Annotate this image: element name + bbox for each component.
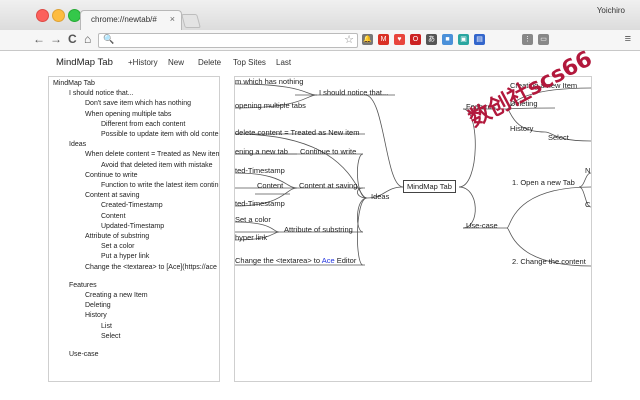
- delete-menu-item[interactable]: Delete: [198, 58, 221, 67]
- last-menu-item[interactable]: Last: [276, 58, 291, 67]
- substring-child-node[interactable]: hyper link: [235, 233, 267, 242]
- notice-child-node[interactable]: m which has nothing: [235, 77, 303, 86]
- outline-line[interactable]: Features: [69, 282, 97, 289]
- profile-name[interactable]: Yoichiro: [597, 6, 625, 15]
- continue-node[interactable]: Continue to write: [300, 147, 356, 156]
- blue-extension-icon[interactable]: ■: [442, 34, 453, 45]
- back-icon[interactable]: ←: [33, 32, 45, 46]
- outline-line[interactable]: Attribute of substring: [85, 233, 149, 240]
- jp-extension-icon[interactable]: あ: [426, 34, 437, 45]
- outline-line[interactable]: Different from each content: [101, 121, 185, 128]
- notice-node[interactable]: I should notice that...: [319, 88, 388, 97]
- outline-line[interactable]: MindMap Tab: [53, 80, 95, 87]
- outline-line[interactable]: List: [101, 323, 112, 330]
- features-child-node[interactable]: History: [510, 124, 533, 133]
- bookmark-star-icon[interactable]: ☆: [344, 33, 354, 46]
- usecase-child-node[interactable]: 2. Change the content: [512, 257, 586, 266]
- outline-line[interactable]: Select: [101, 333, 120, 340]
- outline-line[interactable]: Use-case: [69, 351, 99, 358]
- browser-tab[interactable]: chrome://newtab/# ×: [80, 10, 182, 31]
- outline-line[interactable]: Updated-Timestamp: [101, 223, 164, 230]
- outline-line[interactable]: Possible to update item with old content: [101, 131, 219, 138]
- teal-extension-icon[interactable]: ▣: [458, 34, 469, 45]
- outline-editor[interactable]: MindMap Tab I should notice that... Don't …: [48, 76, 220, 382]
- usecase-child-node[interactable]: 1. Open a new Tab: [512, 178, 575, 187]
- tab-close-icon[interactable]: ×: [170, 14, 175, 24]
- ideas-child-node[interactable]: delete content = Treated as New item: [235, 128, 359, 137]
- outline-line[interactable]: Ideas: [69, 141, 86, 148]
- cast-extension-icon[interactable]: ▭: [538, 34, 549, 45]
- browser-titlebar: chrome://newtab/# × Yoichiro: [0, 0, 640, 31]
- grid-extension-icon[interactable]: ⋮: [522, 34, 533, 45]
- overflow-node[interactable]: N: [585, 166, 590, 175]
- new-menu-item[interactable]: New: [168, 58, 184, 67]
- opera-extension-icon[interactable]: O: [410, 34, 421, 45]
- outline-line[interactable]: Don't save item which has nothing: [85, 100, 191, 107]
- tab-title: chrome://newtab/#: [91, 15, 157, 24]
- browser-menu-icon[interactable]: ≡: [625, 33, 631, 45]
- outline-line[interactable]: When delete content = Treated as New ite…: [85, 151, 219, 158]
- saving-child-node[interactable]: ted-Timestamp: [235, 166, 285, 175]
- outline-line[interactable]: History: [85, 312, 107, 319]
- saving-child-node[interactable]: Content: [257, 181, 283, 190]
- outline-line[interactable]: Deleting: [85, 302, 111, 309]
- overflow-node[interactable]: C: [585, 200, 590, 209]
- outline-line[interactable]: Avoid that deleted item with mistake: [101, 162, 213, 169]
- substring-child-node[interactable]: Set a color: [235, 215, 271, 224]
- change-prefix: Change the <textarea> to: [235, 256, 322, 265]
- outline-line[interactable]: Change the <textarea> to [Ace](https://a…: [85, 264, 217, 271]
- new-tab-button[interactable]: [181, 14, 201, 28]
- mindmap-canvas[interactable]: m which has nothing opening multiple tab…: [234, 76, 592, 382]
- outline-line[interactable]: Content: [101, 213, 126, 220]
- continue-child-node[interactable]: ening a new tab: [235, 147, 288, 156]
- outline-line[interactable]: When opening multiple tabs: [85, 111, 171, 118]
- outline-line[interactable]: Put a hyper link: [101, 253, 149, 260]
- outline-line[interactable]: Created-Timestamp: [101, 202, 163, 209]
- pocket-extension-icon[interactable]: ♥: [394, 34, 405, 45]
- app-title: MindMap Tab: [56, 57, 113, 68]
- gmail-extension-icon[interactable]: M: [378, 34, 389, 45]
- top-sites-menu-item[interactable]: Top Sites: [233, 58, 266, 67]
- notice-child-node[interactable]: opening multiple tabs: [235, 101, 306, 110]
- reload-icon[interactable]: C: [68, 32, 77, 46]
- bell-extension-icon[interactable]: 🔔: [362, 34, 373, 45]
- saving-node[interactable]: Content at saving: [299, 181, 357, 190]
- change-editor-node[interactable]: Change the <textarea> to Ace Editor: [235, 256, 356, 265]
- change-suffix: Editor: [334, 256, 357, 265]
- saving-child-node[interactable]: ted-Timestamp: [235, 199, 285, 208]
- outline-line[interactable]: Content at saving: [85, 192, 139, 199]
- home-icon[interactable]: ⌂: [84, 32, 91, 46]
- browser-toolbar: ← → C ⌂ 🔍 ☆ 🔔 M ♥ O あ ■ ▣ ▤ ⋮ ▭ ≡: [0, 30, 640, 51]
- outline-line[interactable]: Function to write the latest item contin…: [101, 182, 219, 189]
- outline-line[interactable]: Continue to write: [85, 172, 138, 179]
- substring-node[interactable]: Attribute of substring: [284, 225, 353, 234]
- ace-link[interactable]: Ace: [322, 256, 335, 265]
- minimize-window-button[interactable]: [52, 9, 65, 22]
- history-child-node[interactable]: Select: [548, 133, 569, 142]
- doc-extension-icon[interactable]: ▤: [474, 34, 485, 45]
- usecase-node[interactable]: Use-case: [466, 221, 498, 230]
- close-window-button[interactable]: [36, 9, 49, 22]
- outline-line[interactable]: I should notice that...: [69, 90, 134, 97]
- outline-line[interactable]: Creating a new Item: [85, 292, 148, 299]
- search-icon: 🔍: [103, 34, 115, 44]
- ideas-node[interactable]: Ideas: [371, 192, 389, 201]
- history-menu-item[interactable]: +History: [128, 58, 158, 67]
- address-bar[interactable]: 🔍 ☆: [98, 33, 358, 48]
- root-node[interactable]: MindMap Tab: [403, 180, 456, 193]
- outline-line[interactable]: Set a color: [101, 243, 134, 250]
- forward-icon[interactable]: →: [50, 32, 62, 46]
